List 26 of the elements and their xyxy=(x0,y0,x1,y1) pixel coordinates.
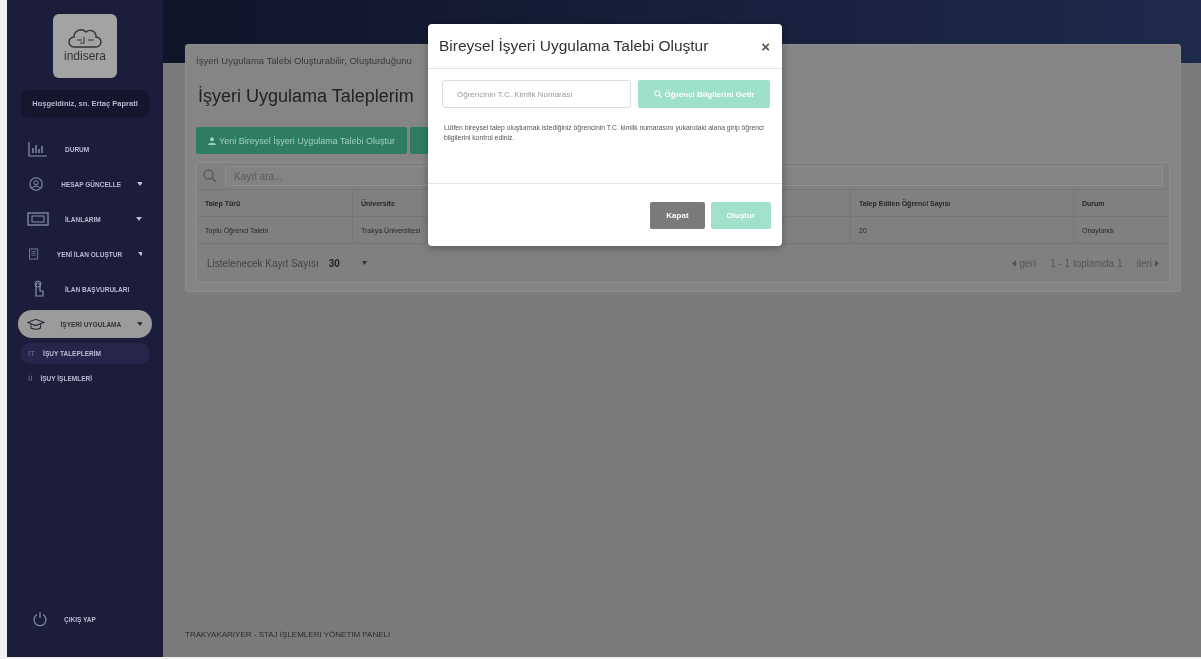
caret-down-icon xyxy=(137,322,142,326)
logo-text: indisera xyxy=(64,49,106,63)
id-number-field[interactable]: Öğrencinin T.C. Kimlik Numarası xyxy=(442,80,631,108)
power-icon xyxy=(32,611,48,627)
close-dialog-button[interactable]: Kapat xyxy=(650,201,705,229)
caret-down-icon xyxy=(137,182,142,186)
card-icon xyxy=(27,210,49,228)
caret-left-icon xyxy=(1012,259,1017,267)
search-icon xyxy=(653,90,662,98)
footer-text: TRAKYAKARIYER - STAJ İŞLEMLERI YÖNETIM PANELI xyxy=(185,630,392,639)
user-circle-icon xyxy=(27,175,46,193)
document-icon xyxy=(27,245,41,263)
dialog-title: Bireysel İşyeri Uygulama Talebi Oluştur xyxy=(439,37,710,55)
user-icon xyxy=(208,136,216,145)
bar-chart-icon xyxy=(27,140,49,158)
page-size-label: Listelenecek Kayıt Sayısı xyxy=(207,257,319,269)
caret-down-icon xyxy=(361,261,367,265)
search-icon xyxy=(203,169,217,183)
caret-down-icon xyxy=(138,252,142,256)
caret-down-icon xyxy=(136,217,142,221)
page-subtitle: İşyeri Uygulama Talebi Oluşturabilir, Oluşturduğunu xyxy=(196,55,413,66)
cloud-logo-icon xyxy=(68,29,102,49)
close-button[interactable]: × xyxy=(761,37,770,55)
page-size-select[interactable]: 30 xyxy=(328,257,367,269)
caret-right-icon xyxy=(1155,259,1159,267)
page-title: İşyeri Uygulama Taleplerim xyxy=(198,86,414,107)
